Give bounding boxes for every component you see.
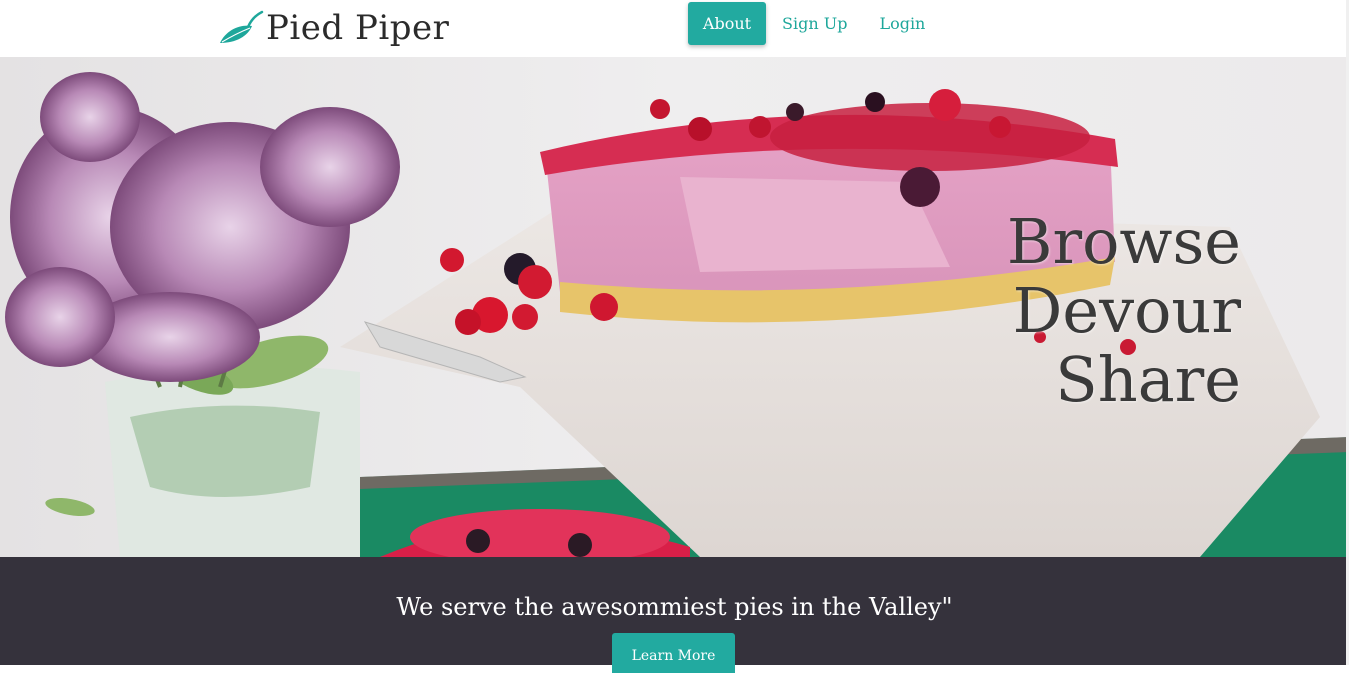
brand-name: Pied Piper (266, 8, 450, 48)
nav-login-link[interactable]: Login (863, 2, 941, 45)
tagline-share: Share (1055, 343, 1241, 416)
hero-taglines: Browse Devour Share (1007, 207, 1241, 414)
tagline-devour: Devour (1012, 274, 1241, 347)
learn-more-button[interactable]: Learn More (612, 633, 735, 673)
leaf-icon (220, 10, 264, 43)
nav-signup-link[interactable]: Sign Up (766, 2, 863, 45)
brand-link[interactable]: Pied Piper (218, 6, 449, 50)
hero-banner: Browse Devour Share (0, 57, 1349, 557)
tagline-browse: Browse (1006, 205, 1241, 278)
nav-menu: About Sign Up Login (688, 2, 941, 45)
intro-quote: We serve the awesommiest pies in the Val… (396, 593, 953, 621)
top-navbar: Pied Piper About Sign Up Login (0, 0, 1349, 57)
intro-band: We serve the awesommiest pies in the Val… (0, 557, 1349, 673)
nav-about-link[interactable]: About (688, 2, 766, 45)
